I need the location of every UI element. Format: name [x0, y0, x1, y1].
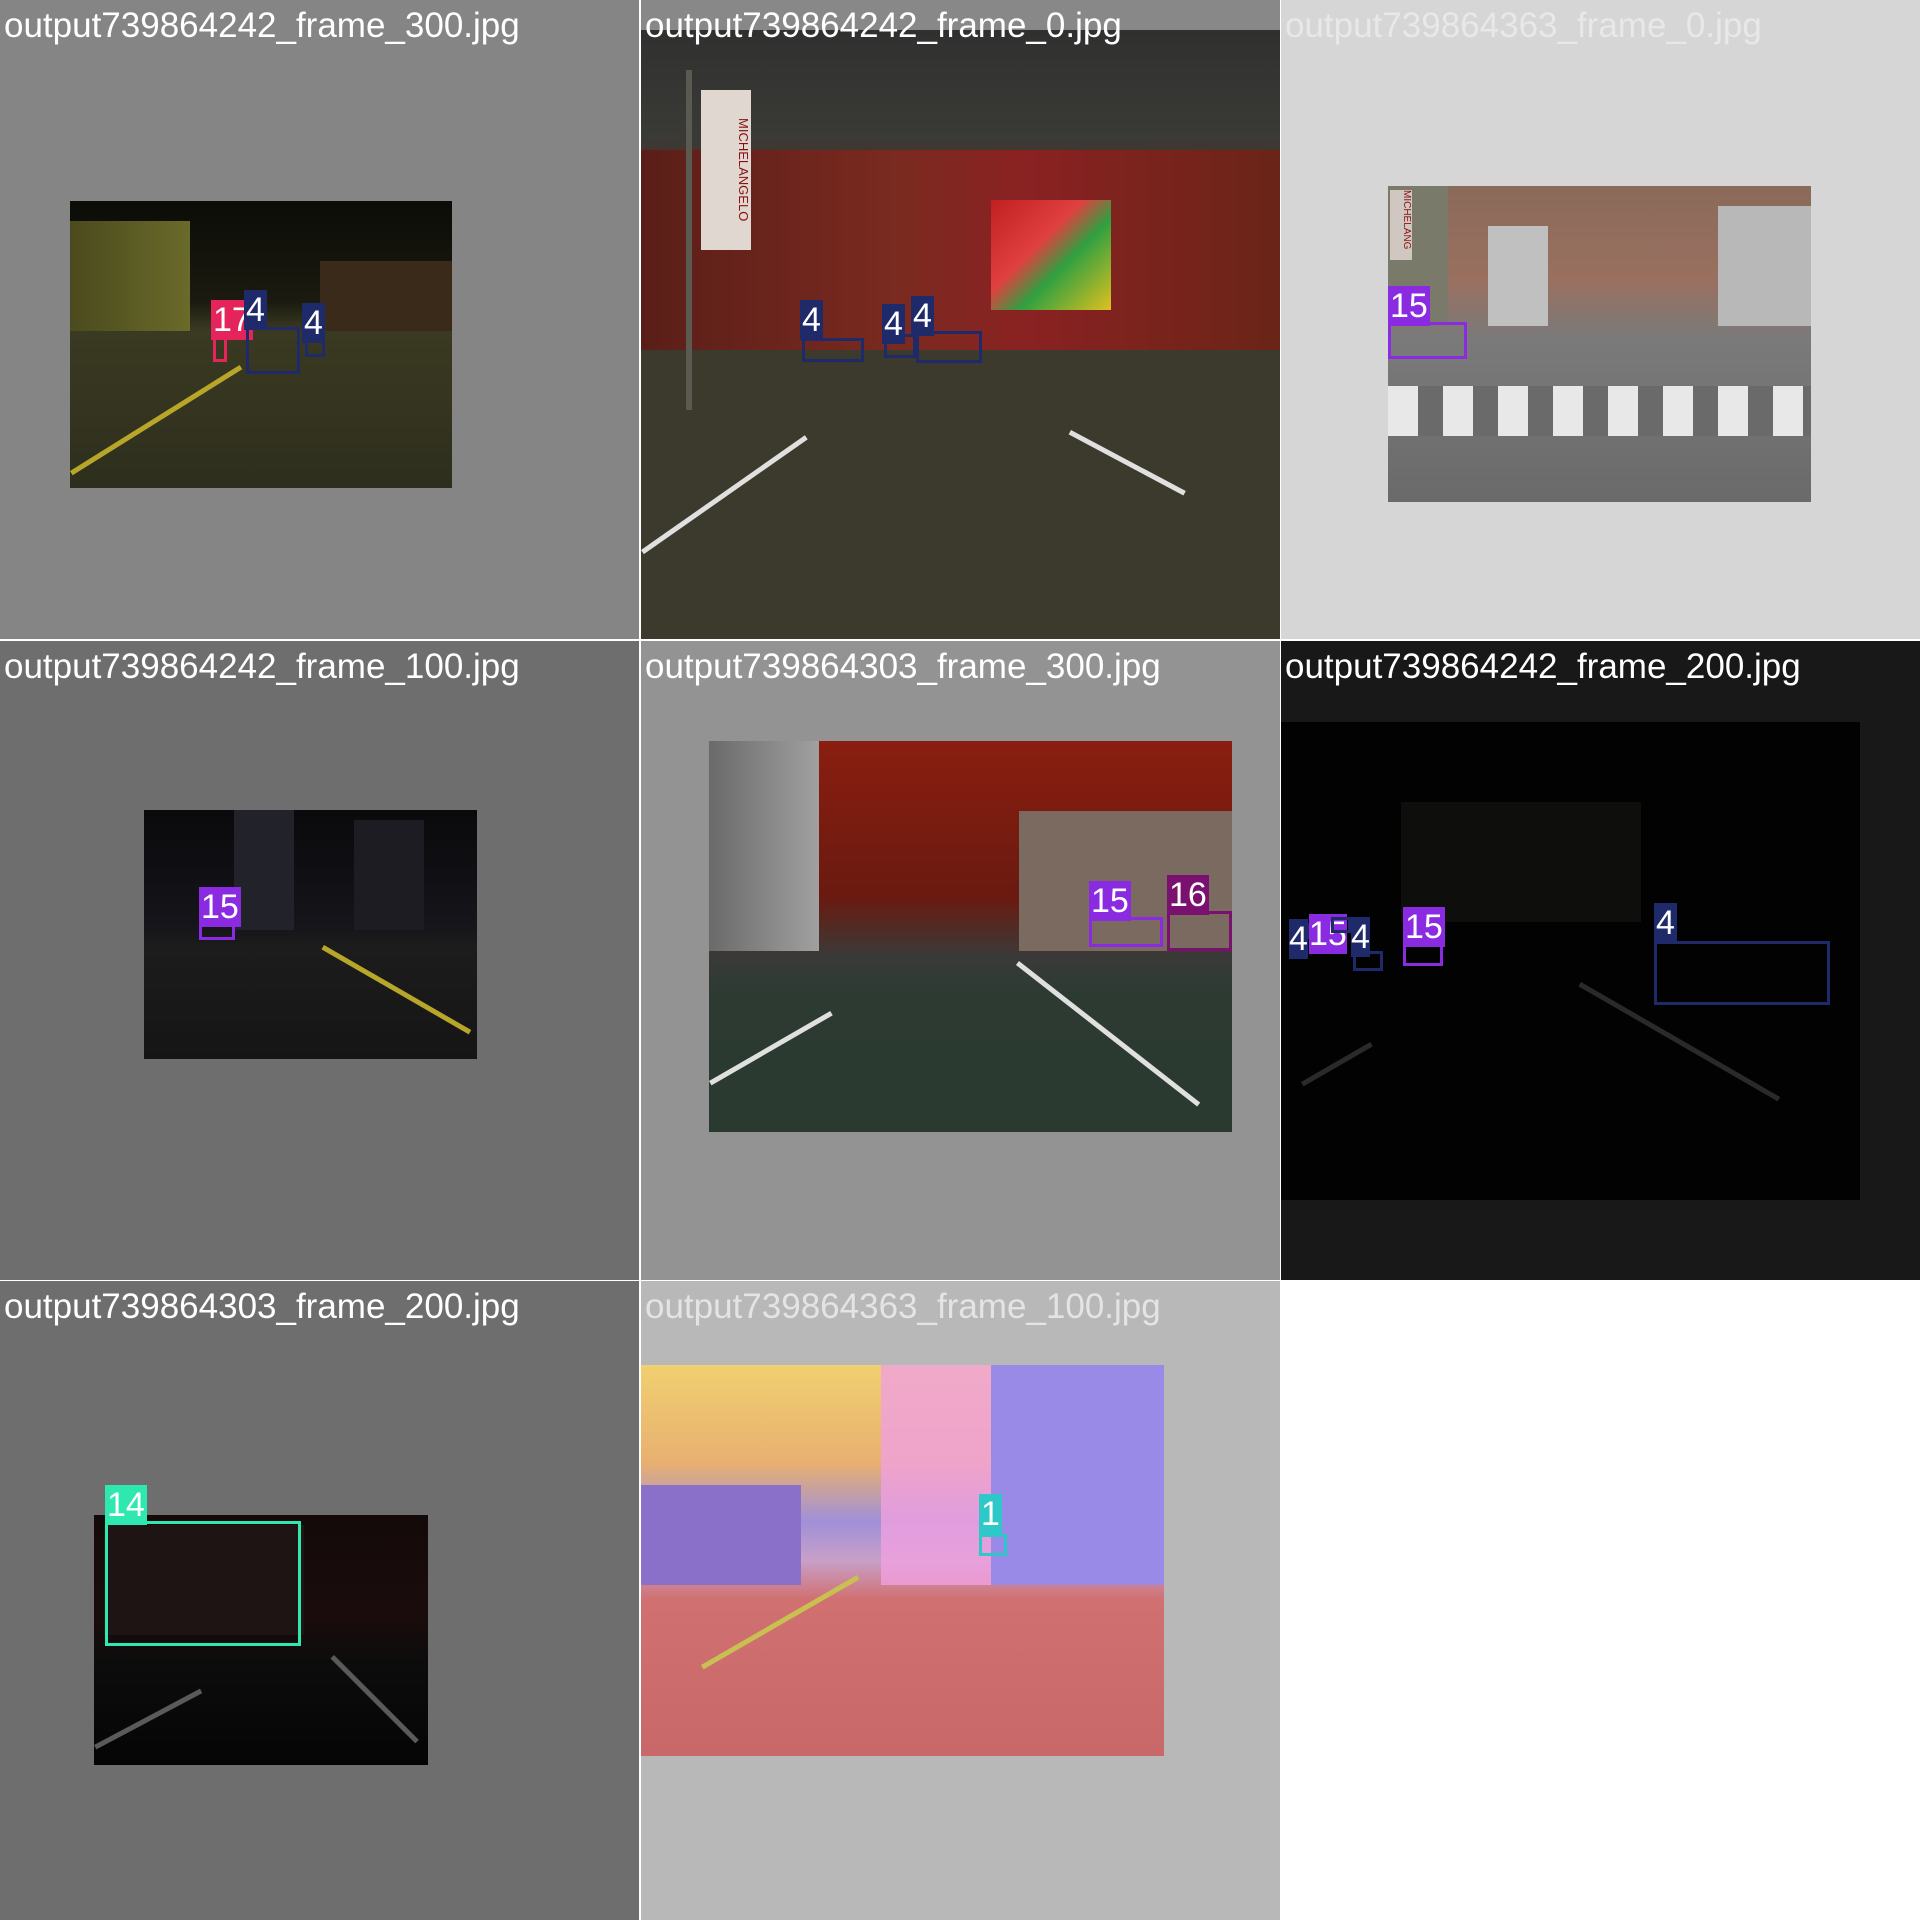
lane-marking — [709, 1011, 833, 1086]
lane-marking — [70, 365, 243, 476]
lane-marking — [701, 1575, 860, 1670]
detection-box — [1353, 951, 1383, 971]
tile-6: output739864242_frame_200.jpg 4 15 4 15 … — [1281, 641, 1920, 1280]
lane-marking — [1301, 1042, 1373, 1087]
building — [1718, 206, 1811, 326]
detection-label: 15 — [1403, 907, 1445, 947]
banner-sign: MICHELANG — [1390, 190, 1412, 260]
detection-label: 4 — [1289, 919, 1308, 959]
lane-marking — [94, 1688, 203, 1750]
detection-label: 15 — [1089, 881, 1131, 921]
mural — [991, 200, 1111, 310]
detection-box — [1388, 322, 1467, 359]
detection-label: 16 — [1167, 875, 1209, 915]
tile-title: output739864242_frame_100.jpg — [4, 647, 520, 686]
tile-title: output739864242_frame_200.jpg — [1285, 647, 1801, 686]
scene-image — [641, 1365, 1164, 1756]
detection-box — [105, 1521, 301, 1646]
detection-label: 4 — [800, 300, 823, 340]
tile-title: output739864363_frame_100.jpg — [645, 1287, 1161, 1326]
street-lamp — [686, 70, 692, 410]
detection-box — [802, 338, 864, 362]
tile-1: output739864242_frame_300.jpg 17 4 4 — [0, 0, 639, 639]
lane-marking — [1015, 961, 1201, 1107]
detection-label: 4 — [911, 296, 934, 336]
detection-label: 4 — [882, 304, 905, 344]
building — [320, 261, 452, 331]
crosswalk — [1388, 386, 1811, 436]
tile-2: MICHELANGELO output739864242_frame_0.jpg… — [641, 0, 1280, 639]
color-region — [641, 1485, 801, 1585]
detection-box — [1331, 917, 1351, 933]
tile-title: output739864363_frame_0.jpg — [1285, 6, 1762, 45]
tile-8: output739864363_frame_100.jpg 1 — [641, 1281, 1280, 1920]
detection-label: 15 — [1388, 286, 1430, 326]
building — [1488, 226, 1548, 326]
banner-sign: MICHELANGELO — [701, 90, 751, 250]
tower — [354, 820, 424, 930]
detection-label: 15 — [199, 887, 241, 927]
mosaic-grid: { "tiles": [ {"title": "output739864242_… — [0, 0, 1920, 1920]
detection-box — [1089, 917, 1163, 947]
tile-3: output739864363_frame_0.jpg MICHELANG 15 — [1281, 0, 1920, 639]
tower — [234, 810, 294, 930]
detection-box — [1167, 911, 1232, 951]
detection-label: 4 — [302, 303, 325, 343]
detection-label: 4 — [244, 290, 267, 330]
building — [70, 221, 190, 331]
tile-7: output739864303_frame_200.jpg 14 — [0, 1281, 639, 1920]
detection-label: 14 — [105, 1485, 147, 1525]
color-region — [991, 1365, 1164, 1585]
building — [709, 741, 819, 951]
color-region — [881, 1365, 991, 1585]
lane-marking — [321, 945, 472, 1035]
detection-label: 4 — [1654, 903, 1677, 943]
empty-cell — [1281, 1281, 1920, 1920]
detection-box — [979, 1534, 1007, 1556]
tile-title: output739864242_frame_0.jpg — [645, 6, 1122, 45]
scene-image — [144, 810, 477, 1059]
detection-label: 1 — [979, 1494, 1002, 1534]
tile-5: output739864303_frame_300.jpg 15 16 — [641, 641, 1280, 1280]
tile-title: output739864303_frame_200.jpg — [4, 1287, 520, 1326]
detection-box — [1654, 941, 1830, 1005]
detection-box — [246, 327, 300, 374]
tile-4: output739864242_frame_100.jpg 15 — [0, 641, 639, 1280]
building — [1401, 802, 1641, 922]
road — [641, 350, 1280, 639]
tile-title: output739864242_frame_300.jpg — [4, 6, 520, 45]
tile-title: output739864303_frame_300.jpg — [645, 647, 1161, 686]
lane-marking — [330, 1655, 419, 1744]
